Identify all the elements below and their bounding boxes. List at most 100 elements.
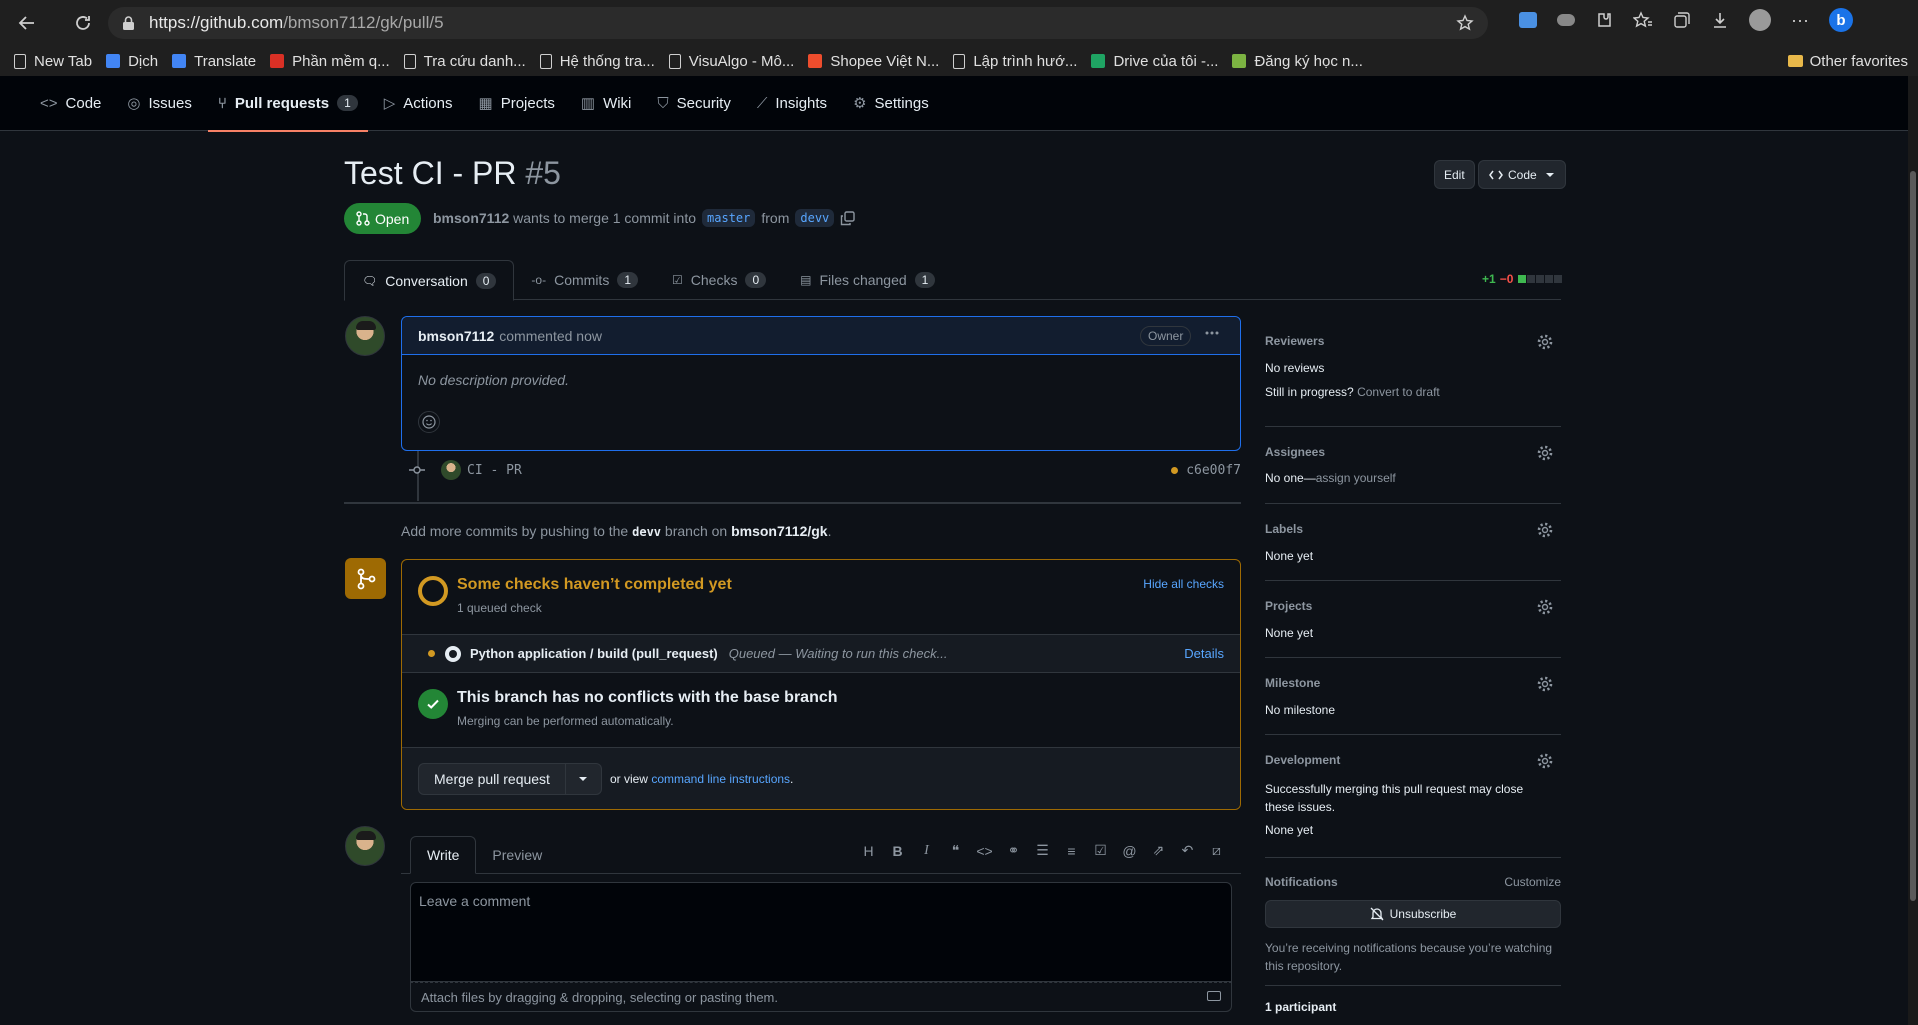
pr-author-link[interactable]: bmson7112: [433, 210, 509, 226]
italic-icon[interactable]: I: [912, 843, 941, 859]
gear-icon[interactable]: [1537, 599, 1553, 615]
back-icon[interactable]: [12, 8, 42, 38]
downloads-icon[interactable]: [1711, 11, 1729, 29]
no-conflicts-subtitle: Merging can be performed automatically.: [457, 714, 674, 728]
commit-message[interactable]: CI - PR: [467, 463, 522, 478]
repo-tab-pull-requests[interactable]: ⑂ Pull requests 1: [207, 76, 368, 132]
repo-tab-label: Pull requests: [234, 94, 330, 112]
cloud-extension-icon[interactable]: [1557, 14, 1575, 26]
gear-icon[interactable]: [1537, 334, 1553, 350]
repo-tab-issues[interactable]: ◎ Issues: [117, 76, 201, 131]
copy-icon[interactable]: [840, 210, 855, 226]
mention-icon[interactable]: @: [1115, 843, 1144, 859]
bookmark-item[interactable]: Translate: [172, 53, 256, 70]
head-branch[interactable]: devv: [795, 209, 835, 227]
gear-icon[interactable]: [1537, 522, 1553, 538]
bing-icon[interactable]: b: [1828, 8, 1853, 32]
tab-conversation[interactable]: 🗨 Conversation 0: [344, 260, 515, 301]
bookmark-item[interactable]: Drive của tôi -...: [1091, 53, 1218, 70]
bookmark-item[interactable]: Lập trình hướ...: [953, 53, 1077, 70]
heading-icon[interactable]: H: [854, 843, 883, 859]
development-heading[interactable]: Development: [1265, 753, 1340, 767]
profile-icon[interactable]: [1749, 9, 1771, 31]
task-list-icon[interactable]: ☑: [1086, 842, 1115, 859]
repo-tab-insights[interactable]: ⟋ Insights: [747, 76, 837, 131]
avatar[interactable]: [345, 316, 385, 356]
check-details-link[interactable]: Details: [1184, 646, 1224, 661]
assign-yourself-link[interactable]: assign yourself: [1316, 471, 1396, 485]
more-menu-icon[interactable]: ···: [1791, 10, 1809, 31]
bookmark-item[interactable]: New Tab: [14, 53, 92, 70]
tab-files-changed[interactable]: ▤ Files changed 1: [783, 260, 952, 300]
tab-commits[interactable]: -o- Commits 1: [514, 260, 655, 300]
repo-tab-actions[interactable]: ▷ Actions: [374, 76, 463, 131]
bookmark-item[interactable]: VisuAlgo - Mô...: [668, 53, 794, 70]
triangle-down-icon: [1545, 172, 1554, 177]
bookmark-item[interactable]: Shopee Việt N...: [808, 53, 939, 70]
screenshot-extension-icon[interactable]: [1519, 12, 1537, 28]
gear-icon[interactable]: [1537, 445, 1553, 461]
preview-tab[interactable]: Preview: [476, 836, 558, 873]
merge-pull-request-button[interactable]: Merge pull request: [418, 762, 566, 795]
attach-files-bar[interactable]: Attach files by dragging & dropping, sel…: [410, 982, 1232, 1012]
milestone-heading[interactable]: Milestone: [1265, 676, 1320, 690]
bookmark-item[interactable]: Hệ thống tra...: [539, 53, 655, 70]
repo-tab-code[interactable]: <> Code: [30, 76, 111, 131]
reply-icon[interactable]: ↶: [1173, 842, 1202, 859]
edit-button[interactable]: Edit: [1434, 160, 1475, 189]
write-tab[interactable]: Write: [410, 836, 477, 874]
address-bar[interactable]: https://github.com/bmson7112/gk/pull/5: [108, 7, 1488, 39]
other-favorites[interactable]: Other favorites: [1787, 46, 1908, 76]
repo-tab-security[interactable]: ⛉ Security: [647, 76, 740, 131]
code-dropdown-button[interactable]: Code: [1478, 160, 1566, 189]
customize-link[interactable]: Customize: [1504, 875, 1561, 889]
repo-tab-settings[interactable]: ⚙ Settings: [843, 76, 939, 131]
cross-reference-icon[interactable]: ⇗: [1144, 842, 1173, 859]
bookmark-item[interactable]: Đăng ký học n...: [1232, 53, 1363, 70]
bookmark-item[interactable]: Tra cứu danh...: [403, 53, 526, 70]
quote-icon[interactable]: ❝: [941, 842, 970, 859]
markdown-icon[interactable]: [1207, 991, 1221, 1001]
unsubscribe-button[interactable]: Unsubscribe: [1265, 900, 1561, 928]
commit-sha[interactable]: c6e00f7: [1171, 463, 1241, 478]
merge-method-dropdown[interactable]: [565, 762, 602, 795]
tab-checks[interactable]: ☑ Checks 0: [655, 260, 783, 300]
page-scrollbar[interactable]: [1908, 76, 1918, 1025]
repo-tab-wiki[interactable]: ▥ Wiki: [571, 76, 642, 131]
scroll-thumb[interactable]: [1910, 171, 1916, 901]
repo-tab-projects[interactable]: ▦ Projects: [469, 76, 565, 131]
favorites-icon[interactable]: [1633, 11, 1653, 29]
base-branch[interactable]: master: [702, 209, 756, 227]
status-dot-icon[interactable]: [1171, 466, 1179, 474]
smiley-icon[interactable]: [418, 411, 440, 433]
hide-checks-button[interactable]: Hide all checks: [1143, 577, 1224, 591]
bookmark-item[interactable]: Dịch: [106, 53, 158, 70]
comment-author[interactable]: bmson7112: [418, 328, 494, 344]
assignees-heading[interactable]: Assignees: [1265, 445, 1325, 459]
link-icon[interactable]: ⚭: [999, 842, 1028, 859]
reload-icon[interactable]: [68, 8, 98, 38]
comment-input[interactable]: [410, 882, 1232, 982]
avatar[interactable]: [345, 826, 385, 866]
comment-action[interactable]: commented now: [499, 328, 602, 344]
convert-to-draft-link[interactable]: Convert to draft: [1357, 385, 1440, 399]
code-icon[interactable]: <>: [970, 843, 999, 859]
gear-icon[interactable]: [1537, 676, 1553, 692]
bold-icon[interactable]: B: [883, 843, 912, 859]
unordered-list-icon[interactable]: ☰: [1028, 842, 1057, 859]
projects-heading[interactable]: Projects: [1265, 599, 1312, 613]
labels-heading[interactable]: Labels: [1265, 522, 1303, 536]
ordered-list-icon[interactable]: ≡: [1057, 843, 1086, 859]
reviewers-heading[interactable]: Reviewers: [1265, 334, 1324, 348]
kebab-horizontal-icon[interactable]: [1204, 325, 1220, 341]
slash-command-icon[interactable]: ⧄: [1202, 842, 1231, 859]
commit-author-avatar[interactable]: [441, 460, 461, 480]
add-favorite-icon[interactable]: [1456, 14, 1474, 32]
unsubscribe-label: Unsubscribe: [1389, 907, 1457, 921]
command-line-instructions-link[interactable]: command line instructions: [651, 772, 790, 786]
extensions-icon[interactable]: [1595, 11, 1613, 29]
push-hint-repo-link[interactable]: bmson7112/gk: [731, 523, 828, 539]
collections-icon[interactable]: [1673, 11, 1691, 29]
gear-icon[interactable]: [1537, 753, 1553, 769]
bookmark-item[interactable]: Phần mềm q...: [270, 53, 390, 70]
